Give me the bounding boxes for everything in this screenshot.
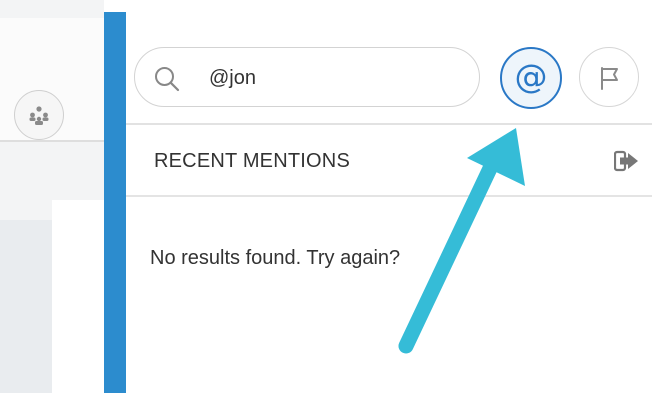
content-area	[52, 200, 104, 393]
exit-icon[interactable]	[614, 150, 640, 172]
recent-mentions-button[interactable]: @	[500, 47, 562, 109]
panel-divider	[104, 12, 126, 393]
at-icon: @	[514, 57, 548, 96]
flagged-posts-button[interactable]	[579, 47, 639, 107]
search-icon	[155, 67, 180, 92]
search-box[interactable]	[134, 47, 480, 107]
search-sidebar: @ RECENT MENTIONS No results found. Try …	[126, 0, 652, 393]
left-panel	[0, 0, 104, 393]
team-icon	[29, 106, 49, 125]
team-members-button[interactable]	[14, 90, 64, 140]
no-results-text: No results found. Try again?	[150, 247, 401, 269]
channel-header	[0, 18, 104, 142]
search-input[interactable]	[209, 64, 449, 92]
mentions-title: RECENT MENTIONS	[154, 150, 350, 172]
search-bar-area: @	[126, 0, 652, 125]
mentions-header: RECENT MENTIONS	[126, 125, 652, 197]
message-block	[0, 220, 52, 393]
flag-icon	[601, 67, 618, 90]
